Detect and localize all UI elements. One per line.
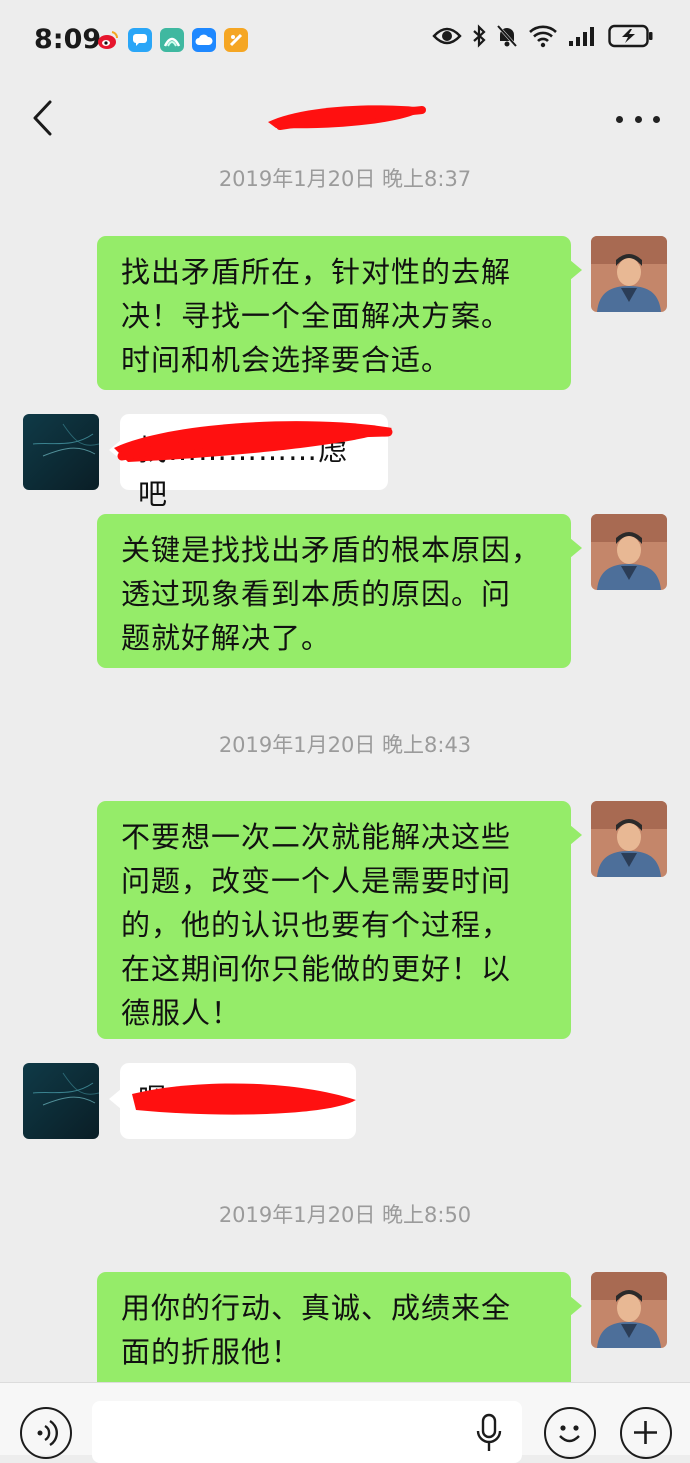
- cloud-icon: [192, 28, 216, 52]
- received-message-bubble[interactable]: 嗯，……: [109, 1063, 356, 1139]
- emoji-icon[interactable]: [544, 1407, 596, 1459]
- message-line: 问题，改变一个人是需要时间: [121, 864, 512, 898]
- message-line: 题就好解决了。: [121, 621, 332, 655]
- message-line: 决！寻找一个全面解决方案。: [121, 299, 512, 333]
- voice-icon[interactable]: [20, 1407, 72, 1459]
- wifi-icon: [529, 25, 557, 48]
- chat-input-bar: [0, 1382, 690, 1463]
- timestamp: 2019年1月20日 晚上8:37: [218, 167, 472, 191]
- message-text: 找……………虑吧: [138, 433, 349, 511]
- message-line: 面的折服他！: [121, 1335, 302, 1369]
- eye-icon: [432, 27, 462, 45]
- signal-icon: [569, 27, 594, 46]
- message-line: 在这期间你只能做的更好！以: [121, 952, 512, 986]
- weibo-icon: [96, 28, 120, 52]
- message-line: 找出矛盾所在，针对性的去解: [121, 255, 512, 289]
- my-avatar[interactable]: [591, 1272, 667, 1348]
- sent-message-bubble[interactable]: 不要想一次二次就能解决这些 问题，改变一个人是需要时间 的，他的认识也要有个过程…: [97, 801, 582, 1039]
- my-avatar[interactable]: [591, 801, 667, 877]
- more-dots-icon[interactable]: [616, 104, 660, 134]
- app-store-icon: [160, 28, 184, 52]
- received-message-bubble[interactable]: 找……………虑吧: [109, 414, 388, 511]
- message-line: 关键是找找出矛盾的根本原因，: [121, 533, 542, 567]
- messages-icon: [128, 28, 152, 52]
- message-line: 德服人！: [121, 996, 242, 1030]
- status-bar: 8:09: [0, 0, 690, 82]
- timestamp: 2019年1月20日 晚上8:43: [218, 733, 472, 757]
- plus-icon[interactable]: [620, 1407, 672, 1459]
- battery-charging-icon: [608, 24, 653, 48]
- notification-icons: [96, 28, 248, 52]
- timestamp: 2019年1月20日 晚上8:50: [218, 1203, 472, 1227]
- title-redaction-scribble: [268, 105, 426, 130]
- message-line: 透过现象看到本质的原因。问: [121, 577, 512, 611]
- wallet-icon: [224, 28, 248, 52]
- sent-message-bubble[interactable]: 关键是找找出矛盾的根本原因， 透过现象看到本质的原因。问 题就好解决了。: [97, 514, 582, 668]
- bluetooth-icon: [473, 24, 486, 48]
- contact-avatar[interactable]: [23, 414, 99, 490]
- sent-message-bubble[interactable]: 用你的行动、真诚、成绩来全 面的折服他！: [97, 1272, 582, 1394]
- message-line: 不要想一次二次就能解决这些: [121, 820, 512, 854]
- my-avatar[interactable]: [591, 236, 667, 312]
- message-line: 时间和机会选择要合适。: [121, 343, 452, 377]
- status-time: 8:09: [34, 24, 102, 55]
- mute-icon: [496, 24, 518, 48]
- sent-message-bubble[interactable]: 找出矛盾所在，针对性的去解 决！寻找一个全面解决方案。 时间和机会选择要合适。: [97, 236, 582, 390]
- back-chevron-icon[interactable]: [24, 94, 64, 142]
- message-text: 嗯，……: [138, 1082, 259, 1116]
- message-line: 用你的行动、真诚、成绩来全: [121, 1291, 512, 1325]
- message-line: 的，他的认识也要有个过程，: [121, 908, 512, 942]
- mic-icon[interactable]: [474, 1413, 504, 1457]
- contact-avatar[interactable]: [23, 1063, 99, 1139]
- my-avatar[interactable]: [591, 514, 667, 590]
- system-status-icons: [432, 24, 654, 48]
